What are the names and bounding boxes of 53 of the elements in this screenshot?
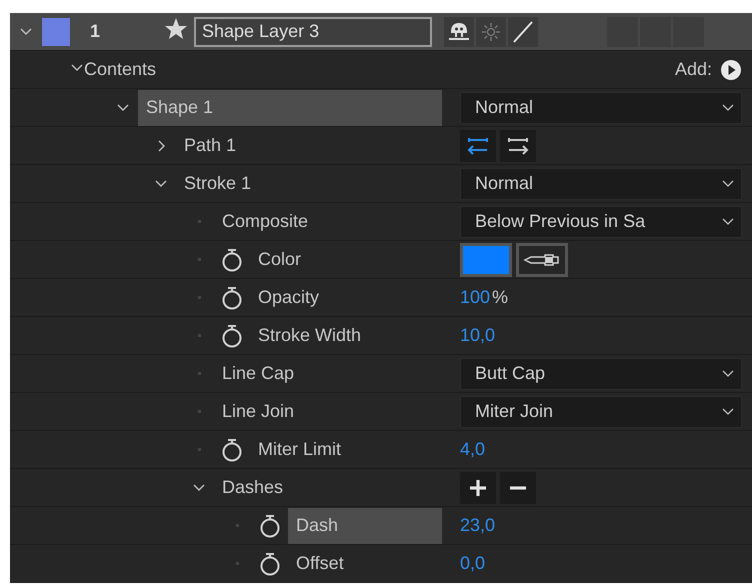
- property-name[interactable]: Path 1: [176, 128, 442, 164]
- stopwatch-icon[interactable]: [259, 550, 281, 576]
- property-name[interactable]: Line Cap: [214, 356, 442, 392]
- dropdown[interactable]: Normal: [460, 92, 742, 124]
- path-direction-button[interactable]: [500, 130, 536, 162]
- property-name[interactable]: Miter Limit: [250, 432, 442, 468]
- slash-icon: [511, 20, 535, 44]
- layer-number: 1: [89, 21, 102, 42]
- property-name[interactable]: Shape 1: [138, 90, 442, 126]
- unit-label: %: [492, 287, 508, 308]
- property-name[interactable]: Stroke Width: [250, 318, 442, 354]
- property-value[interactable]: 4,0: [460, 439, 486, 460]
- figure-icon: [448, 22, 470, 42]
- remove-dash-button[interactable]: [500, 472, 536, 504]
- property-name[interactable]: Dashes: [214, 470, 442, 506]
- stopwatch-icon[interactable]: [221, 246, 243, 272]
- dropdown[interactable]: Butt Cap: [460, 358, 742, 390]
- reverse-path-button[interactable]: [460, 130, 496, 162]
- add-dash-button[interactable]: [460, 472, 496, 504]
- color-swatch[interactable]: [460, 242, 512, 276]
- arrow-icon: [506, 136, 530, 156]
- property-name[interactable]: Dash: [288, 508, 442, 544]
- stopwatch-icon[interactable]: [221, 322, 243, 348]
- property-name[interactable]: Line Join: [214, 394, 442, 430]
- property-name[interactable]: Stroke 1: [176, 166, 442, 202]
- layer-header[interactable]: 1 Shape Layer 3: [10, 13, 752, 51]
- property-name[interactable]: Composite: [214, 204, 442, 240]
- shy-switch[interactable]: [444, 16, 474, 46]
- add-label: Add:: [674, 59, 712, 80]
- stopwatch-icon[interactable]: [221, 436, 243, 462]
- group-name[interactable]: Contents: [84, 59, 156, 79]
- minus-icon: [510, 486, 526, 490]
- property-value[interactable]: 100: [460, 287, 490, 308]
- plus-icon: [468, 478, 488, 498]
- play-icon[interactable]: [720, 58, 742, 80]
- sun-icon: [481, 22, 501, 42]
- property-value[interactable]: 10,0: [460, 325, 496, 346]
- property-value[interactable]: 23,0: [460, 515, 496, 536]
- dropdown[interactable]: Miter Join: [460, 396, 742, 428]
- stopwatch-icon[interactable]: [259, 512, 281, 538]
- arrow-icon: [466, 136, 490, 156]
- stopwatch-icon[interactable]: [221, 284, 243, 310]
- dropdown[interactable]: Normal: [460, 168, 742, 200]
- collapse-switch[interactable]: [476, 16, 506, 46]
- dropdown[interactable]: Below Previous in Sa: [460, 206, 742, 238]
- quality-switch[interactable]: [508, 16, 538, 46]
- layer-name-field[interactable]: Shape Layer 3: [194, 16, 432, 46]
- layer-color-label[interactable]: [42, 18, 70, 46]
- property-name[interactable]: Opacity: [250, 280, 442, 316]
- property-name[interactable]: Color: [250, 242, 442, 278]
- property-value[interactable]: 0,0: [460, 553, 486, 574]
- property-name[interactable]: Offset: [288, 546, 442, 582]
- eyedropper-button[interactable]: [516, 242, 568, 276]
